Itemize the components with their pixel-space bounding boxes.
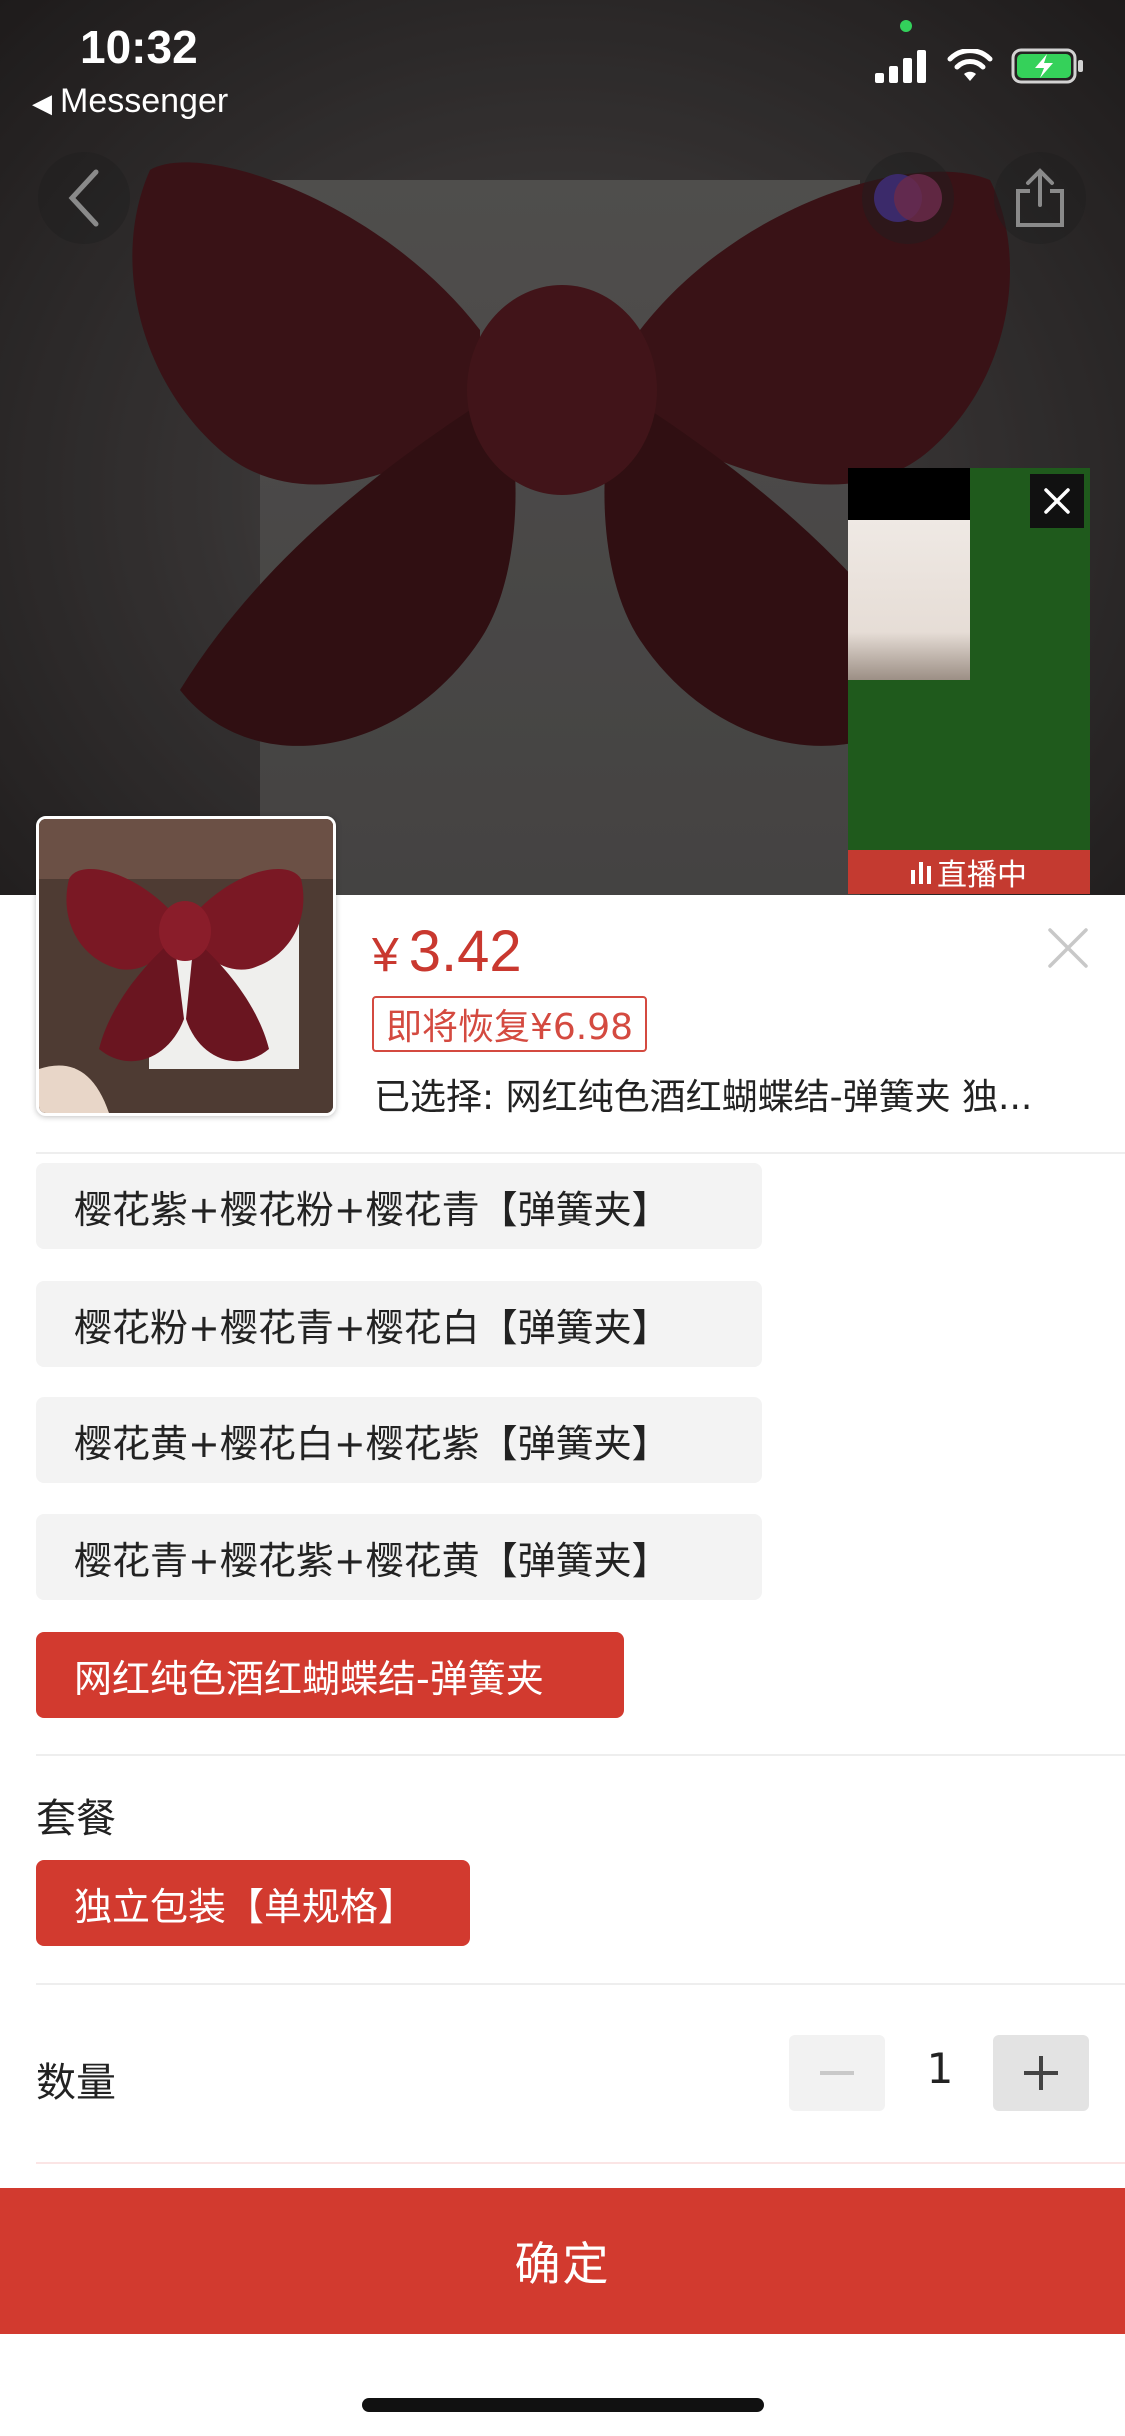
live-tag-label: 直播中	[937, 858, 1027, 893]
quantity-value[interactable]: 1	[900, 2044, 980, 2093]
back-button[interactable]	[38, 152, 130, 244]
confirm-button[interactable]: 确定	[0, 2188, 1125, 2334]
live-bars-icon	[911, 860, 931, 884]
close-sheet-icon[interactable]	[1046, 926, 1090, 970]
product-thumbnail[interactable]	[36, 816, 336, 1116]
battery-charging-icon	[1011, 48, 1083, 84]
status-time: 10:32	[80, 21, 198, 73]
price-restore-badge: 即将恢复¥6.98	[372, 996, 648, 1052]
live-close-button[interactable]	[1030, 474, 1084, 528]
live-video-top	[848, 468, 970, 520]
back-app-label: Messenger	[60, 82, 229, 120]
package-title: 套餐	[36, 1796, 116, 1842]
quantity-title: 数量	[36, 2060, 116, 2106]
sku-option[interactable]: 樱花紫+樱花粉+樱花青【弹簧夹】	[36, 1163, 762, 1249]
product-price: ¥3.42	[372, 918, 522, 985]
share-icon	[1016, 168, 1064, 227]
plus-icon	[1024, 2056, 1058, 2090]
package-option-selected[interactable]: 独立包装【单规格】	[36, 1860, 470, 1946]
wifi-icon	[947, 49, 993, 81]
price-value: 3.42	[408, 919, 522, 984]
live-stream-window[interactable]: 直播中	[848, 468, 1090, 894]
avatar-icon	[874, 174, 942, 222]
price-currency: ¥	[372, 929, 399, 982]
sku-option[interactable]: 樱花粉+樱花青+樱花白【弹簧夹】	[36, 1281, 762, 1367]
shop-avatar-button[interactable]	[862, 152, 954, 244]
back-triangle-icon: ◀	[32, 88, 52, 118]
privacy-indicator-dot	[900, 20, 912, 32]
share-button[interactable]	[994, 152, 1086, 244]
sku-option[interactable]: 樱花黄+樱花白+樱花紫【弹簧夹】	[36, 1397, 762, 1483]
quantity-decrease-button[interactable]	[789, 2035, 885, 2111]
close-icon	[1044, 488, 1070, 514]
chevron-left-icon	[68, 169, 99, 227]
divider	[36, 1152, 1125, 1154]
home-indicator[interactable]	[362, 2398, 764, 2412]
divider	[36, 2162, 1125, 2164]
sku-option[interactable]: 樱花青+樱花紫+樱花黄【弹簧夹】	[36, 1514, 762, 1600]
thumbnail-bow-image	[39, 819, 333, 1113]
divider	[36, 1754, 1125, 1756]
live-tag: 直播中	[848, 850, 1090, 894]
minus-icon	[820, 2071, 854, 2075]
signal-icon	[875, 50, 926, 83]
back-to-app[interactable]: ◀ Messenger	[32, 82, 228, 121]
live-video-frame	[848, 520, 970, 680]
sku-option-selected[interactable]: 网红纯色酒红蝴蝶结-弹簧夹	[36, 1632, 624, 1718]
divider	[36, 1983, 1125, 1985]
selected-sku-label: 已选择: 网红纯色酒红蝴蝶结-弹簧夹 独...	[374, 1077, 1033, 1118]
product-hero-image[interactable]: 10:32 ◀ Messenger 直播中	[0, 0, 1125, 895]
status-icons	[875, 48, 1085, 84]
quantity-increase-button[interactable]	[993, 2035, 1089, 2111]
